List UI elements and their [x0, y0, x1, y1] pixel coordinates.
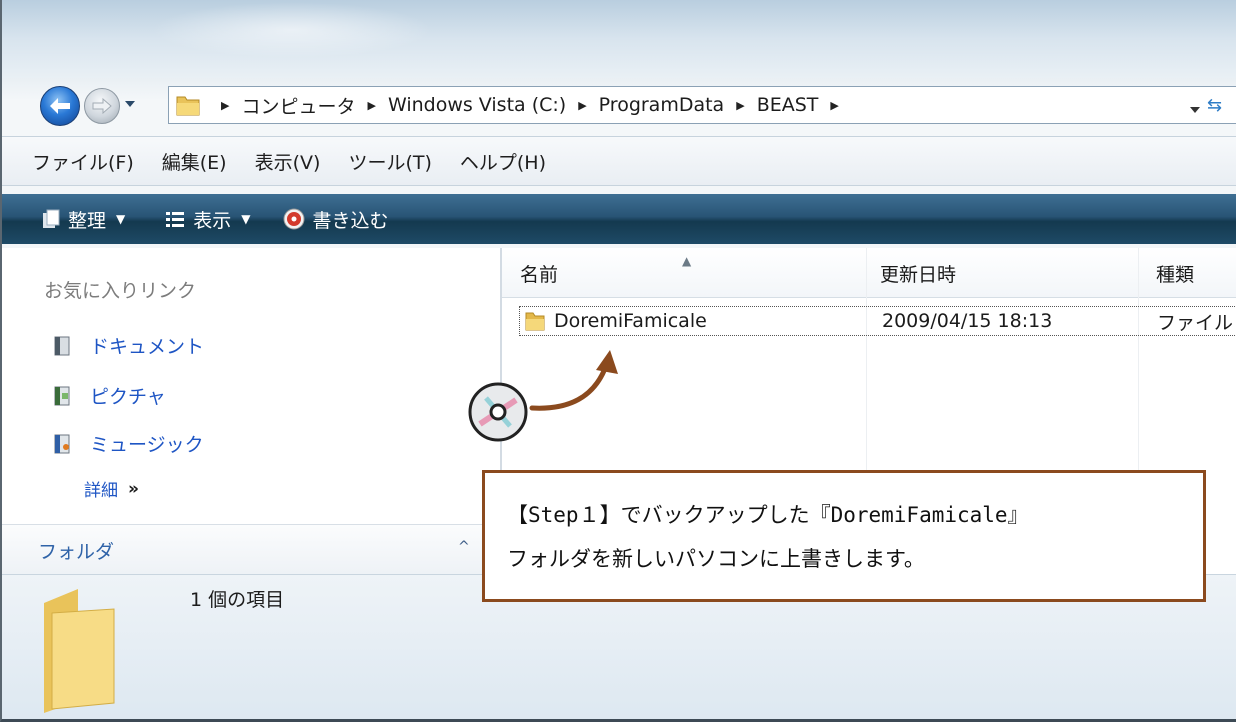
chevron-double-right-icon: » — [128, 478, 139, 499]
file-type: ファイル — [1157, 311, 1234, 334]
breadcrumb-computer[interactable]: コンピュータ — [241, 92, 355, 119]
views-icon — [165, 210, 185, 228]
more-label: 詳細 — [84, 481, 118, 501]
organize-icon — [42, 209, 60, 229]
sidebar-item-label: ドキュメント — [90, 336, 205, 358]
folder-icon — [38, 583, 118, 719]
file-modified: 2009/04/15 18:13 — [882, 310, 1053, 332]
folder-icon — [175, 93, 201, 121]
pictures-icon — [52, 385, 74, 407]
breadcrumb-separator-icon[interactable]: ▶ — [367, 99, 375, 112]
forward-button[interactable] — [84, 88, 120, 124]
chevron-up-icon[interactable]: ^ — [458, 539, 470, 555]
forward-arrow-icon — [92, 98, 112, 114]
chevron-down-icon — [125, 101, 135, 107]
breadcrumb-beast[interactable]: BEAST — [757, 94, 819, 116]
refresh-icon[interactable]: ⇆ — [1207, 95, 1222, 116]
address-bar[interactable]: ▶ コンピュータ ▶ Windows Vista (C:) ▶ ProgramD… — [168, 86, 1236, 124]
row-folder-icon — [524, 307, 546, 335]
chevron-down-icon — [1190, 107, 1200, 113]
menu-tools[interactable]: ツール(T) — [348, 148, 431, 175]
sidebar-item-label: ミュージック — [90, 434, 204, 456]
breadcrumb-separator-icon[interactable]: ▶ — [221, 99, 229, 112]
menu-file[interactable]: ファイル(F) — [32, 148, 134, 175]
chevron-down-icon: ▼ — [116, 212, 126, 226]
views-label: 表示 — [193, 209, 232, 232]
sidebar-item-music[interactable]: ミュージック — [52, 430, 204, 457]
item-count: 1 個の項目 — [190, 589, 285, 611]
title-area — [2, 0, 1236, 78]
annotation-callout: 【Step１】でバックアップした『DoremiFamicale』 フォルダを新し… — [482, 470, 1206, 602]
chevron-down-icon: ▼ — [241, 212, 251, 226]
music-icon — [52, 433, 74, 455]
breadcrumb-drive[interactable]: Windows Vista (C:) — [388, 94, 566, 116]
organize-label: 整理 — [68, 209, 107, 232]
annotation-arrow-icon — [528, 348, 624, 420]
sidebar-item-documents[interactable]: ドキュメント — [52, 332, 204, 359]
recent-pages-dropdown[interactable] — [122, 92, 138, 116]
folder-icon — [525, 312, 545, 331]
burn-label: 書き込む — [312, 209, 389, 232]
back-arrow-icon — [50, 98, 70, 114]
menu-bar: ファイル(F) 編集(E) 表示(V) ツール(T) ヘルプ(H) — [2, 136, 1236, 186]
command-bar: 整理 ▼ 表示 ▼ 書き込む — [2, 194, 1236, 244]
organize-button[interactable]: 整理 ▼ — [42, 206, 125, 233]
column-header-row: 名前 ▲ 更新日時 種類 — [502, 248, 1236, 298]
sidebar-item-label: ピクチャ — [90, 386, 166, 408]
views-button[interactable]: 表示 ▼ — [165, 206, 251, 233]
sidebar-item-pictures[interactable]: ピクチャ — [52, 382, 166, 409]
burn-disc-icon — [283, 208, 305, 230]
breadcrumb-separator-icon[interactable]: ▶ — [578, 99, 586, 112]
navigation-pane: お気に入りリンク ドキュメント ピクチャ ミュージック 詳細 » フォルダ ^ — [2, 248, 500, 574]
annotation-line-2: フォルダを新しいパソコンに上書きします。 — [507, 547, 925, 571]
column-header-modified[interactable]: 更新日時 — [880, 248, 956, 298]
breadcrumb: ▶ コンピュータ ▶ Windows Vista (C:) ▶ ProgramD… — [209, 87, 851, 123]
favorite-links-heading: お気に入りリンク — [44, 280, 197, 302]
breadcrumb-separator-icon[interactable]: ▶ — [830, 99, 838, 112]
breadcrumb-separator-icon[interactable]: ▶ — [736, 99, 744, 112]
sort-ascending-icon: ▲ — [682, 254, 692, 268]
column-header-type[interactable]: 種類 — [1156, 248, 1194, 298]
menu-edit[interactable]: 編集(E) — [162, 148, 227, 175]
annotation-line-1: 【Step１】でバックアップした『DoremiFamicale』 — [507, 503, 1029, 527]
more-links-button[interactable]: 詳細 » — [84, 476, 139, 502]
folders-section-header[interactable]: フォルダ ^ — [2, 524, 500, 574]
burn-button[interactable]: 書き込む — [283, 206, 389, 233]
menu-view[interactable]: 表示(V) — [255, 148, 321, 175]
menu-help[interactable]: ヘルプ(H) — [460, 148, 546, 175]
documents-icon — [52, 335, 74, 357]
cd-disc-icon — [466, 380, 530, 448]
file-name: DoremiFamicale — [554, 310, 707, 332]
address-history-dropdown[interactable] — [1189, 99, 1201, 118]
table-row[interactable]: DoremiFamicale 2009/04/15 18:13 ファイル — [519, 306, 1236, 336]
breadcrumb-programdata[interactable]: ProgramData — [599, 94, 725, 116]
folders-label: フォルダ — [38, 541, 115, 563]
column-header-name[interactable]: 名前 — [520, 248, 558, 298]
back-button[interactable] — [40, 86, 80, 126]
